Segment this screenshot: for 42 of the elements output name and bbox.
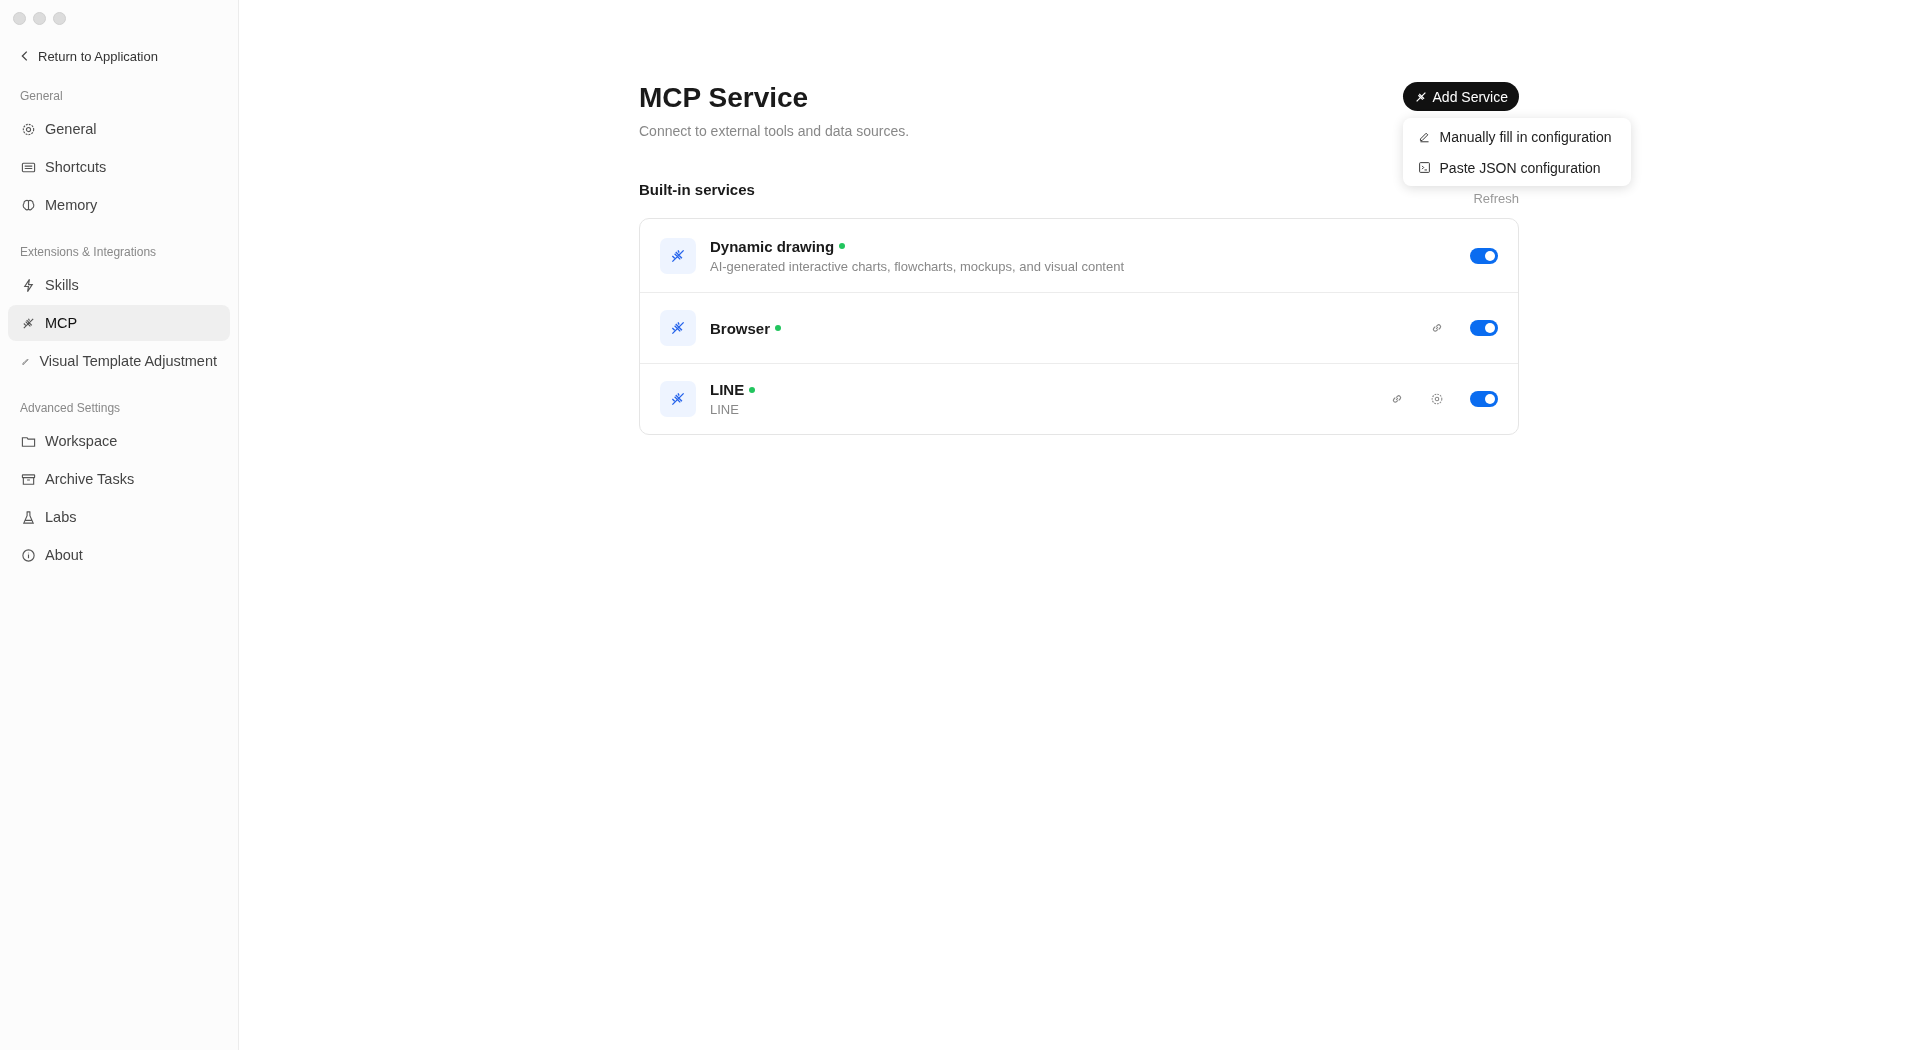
sidebar-item[interactable]: General [8, 111, 230, 147]
sidebar-item[interactable]: About [8, 537, 230, 573]
service-description: LINE [710, 402, 740, 417]
link-icon[interactable] [1390, 392, 1404, 406]
page-subtitle: Connect to external tools and data sources. [639, 123, 910, 139]
service-name: Dynamic drawing [710, 237, 835, 255]
service-name: LINE [710, 381, 745, 398]
back-link[interactable]: Return to Application [8, 45, 230, 67]
sidebar-item[interactable]: Shortcuts [8, 149, 230, 185]
section-heading: Extensions & Integrations [19, 245, 158, 259]
sidebar-item[interactable]: Skills [8, 267, 230, 303]
sidebar-item[interactable]: Labs [8, 499, 230, 535]
link-icon[interactable] [1430, 321, 1444, 335]
brain-icon [21, 197, 36, 213]
page-title: MCP Service [639, 82, 810, 114]
service-description: AI-generated interactive charts, flowcharts, mockups, and visual content [710, 258, 1126, 274]
menu-item[interactable]: Paste JSON configuration [1402, 152, 1631, 183]
menu-item[interactable]: Manually fill in configuration [1402, 121, 1631, 152]
terminal-icon [1417, 161, 1431, 174]
pencil-icon [1417, 130, 1431, 143]
toggle-switch[interactable] [1470, 247, 1498, 264]
toggle-switch[interactable] [1470, 320, 1498, 336]
service-name: Browser [710, 319, 771, 337]
section-heading: General [19, 89, 64, 103]
info-icon [21, 547, 36, 563]
archive-icon [21, 471, 36, 487]
plug-icon [660, 381, 696, 417]
sidebar-item[interactable]: Archive Tasks [8, 461, 230, 497]
add-service-button[interactable]: Add Service [1402, 82, 1519, 111]
flask-icon [21, 509, 36, 525]
section-heading: Advanced Settings [19, 401, 122, 415]
settings-icon[interactable] [1430, 392, 1444, 406]
bolt-icon [21, 277, 36, 293]
section-title: Built-in services [639, 181, 755, 200]
plug-icon [660, 237, 696, 274]
plug-icon [660, 310, 696, 346]
sidebar-item[interactable]: Visual Template Adjustment [8, 343, 230, 379]
sidebar-item[interactable]: Memory [8, 187, 230, 223]
gear-icon [21, 121, 36, 137]
sidebar-item[interactable]: Workspace [8, 423, 230, 459]
sidebar-item[interactable]: MCP [8, 305, 230, 341]
toggle-switch[interactable] [1470, 391, 1498, 407]
